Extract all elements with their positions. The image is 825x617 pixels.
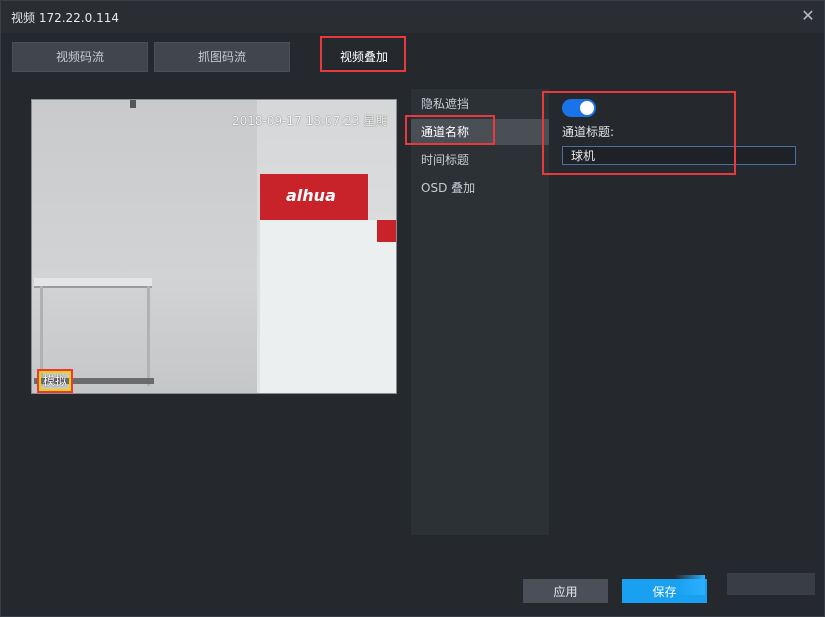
title-bar: 视频 172.22.0.114 ✕	[1, 1, 824, 33]
close-icon[interactable]: ✕	[798, 6, 818, 26]
menu-item-privacy-mask[interactable]: 隐私遮挡	[411, 91, 549, 117]
cancel-button-obscured[interactable]	[727, 573, 815, 595]
menu-item-time-title[interactable]: 时间标题	[411, 147, 549, 173]
video-red-sign-small	[377, 220, 396, 242]
apply-button[interactable]: 应用	[523, 579, 608, 603]
overlay-menu: 隐私遮挡 通道名称 时间标题 OSD 叠加	[411, 89, 549, 535]
dialog-window: 视频 172.22.0.114 ✕ 视频码流 抓图码流 视频叠加 alhua 2…	[0, 0, 825, 617]
tab-video-stream[interactable]: 视频码流	[12, 42, 148, 72]
osd-time-text[interactable]: 2018-09-17 18:07:23 星期	[232, 112, 387, 129]
video-shelf-post	[147, 286, 150, 386]
tab-snapshot-stream[interactable]: 抓图码流	[154, 42, 290, 72]
highlight-box-menu	[405, 115, 495, 145]
video-antenna	[130, 100, 136, 108]
save-button-glow	[675, 575, 705, 595]
video-wall-left	[32, 100, 272, 393]
menu-item-osd-overlay[interactable]: OSD 叠加	[411, 175, 549, 201]
highlight-box-tab	[320, 36, 406, 72]
osd-channel-text[interactable]: 模拟	[36, 369, 74, 393]
video-preview: alhua 2018-09-17 18:07:23 星期 模拟	[31, 99, 397, 394]
highlight-box-settings	[542, 91, 736, 175]
video-brand-logo: alhua	[286, 186, 336, 205]
video-shelf	[34, 278, 152, 288]
video-white-panel	[260, 220, 396, 393]
window-title: 视频 172.22.0.114	[11, 11, 119, 25]
